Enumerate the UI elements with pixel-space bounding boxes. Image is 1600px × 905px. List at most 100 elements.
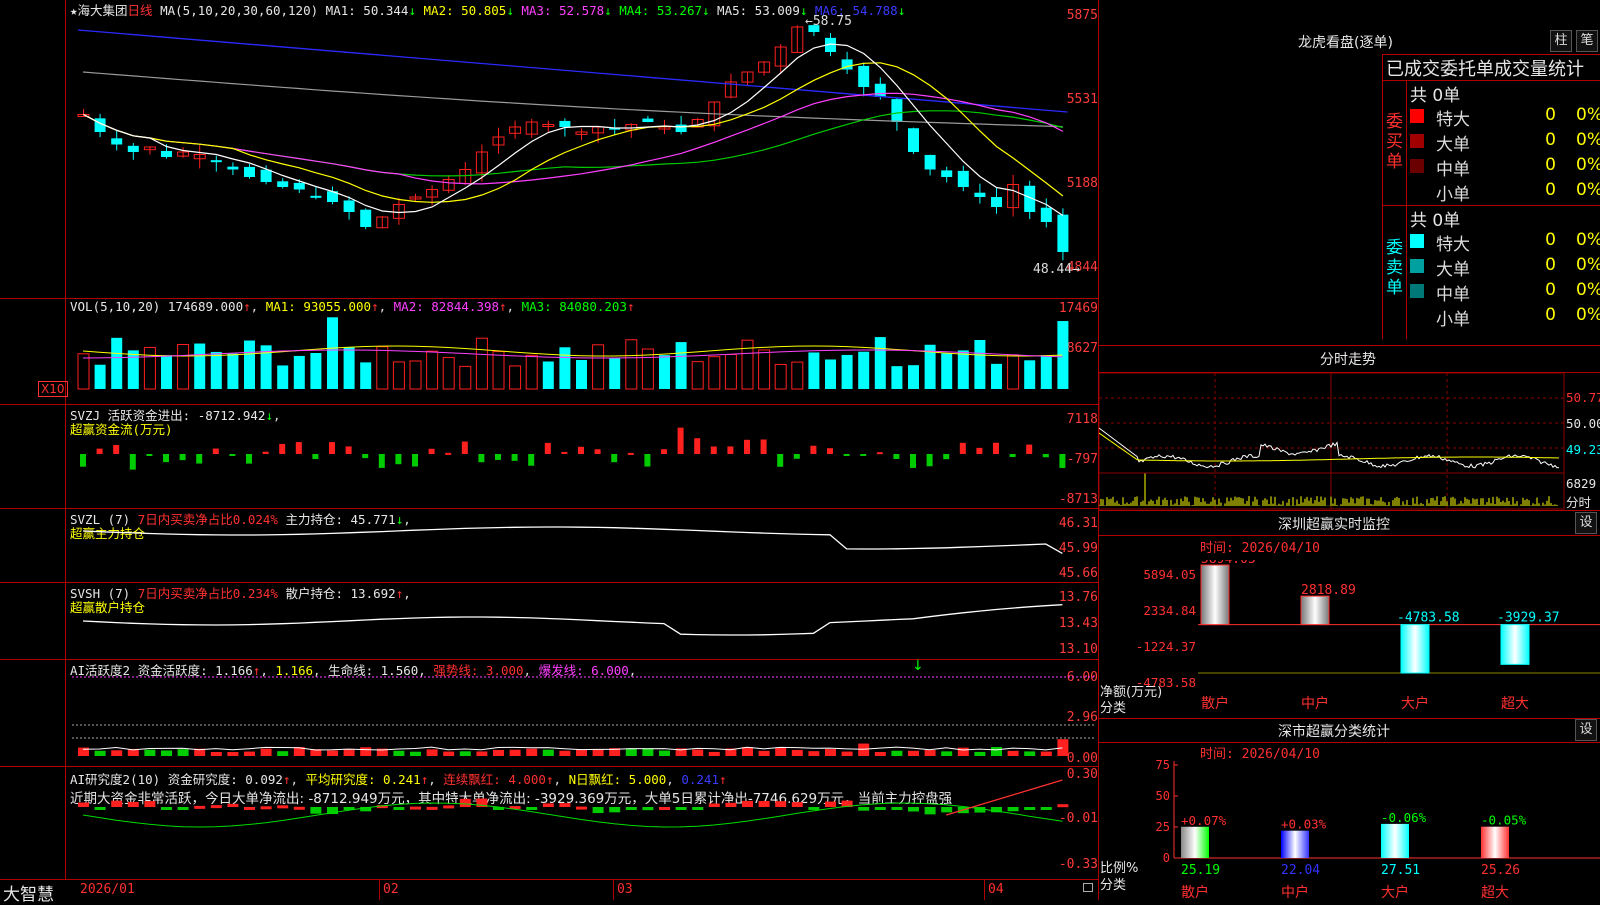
x-date-label: 02	[383, 882, 399, 897]
volume-bar	[111, 337, 123, 389]
volume-chart[interactable]	[66, 299, 1098, 404]
svzj-bar	[694, 438, 701, 454]
volume-bar	[177, 343, 190, 390]
svzj-bar	[495, 454, 501, 460]
order-count: 0	[1545, 130, 1556, 150]
volume-bar	[825, 359, 836, 389]
ai2-bar	[393, 807, 405, 810]
classify-title: 深市超赢分类统计	[1278, 724, 1390, 740]
category-label: 大户	[1381, 884, 1409, 900]
svzj-bar	[976, 447, 983, 454]
volume-bar	[559, 347, 571, 389]
svzj-bar	[710, 446, 717, 454]
order-row: 特大 0 0%	[1406, 104, 1600, 130]
ai2-bar	[642, 807, 654, 811]
svzj-bar	[412, 454, 418, 467]
net-amount-bar	[1300, 595, 1330, 626]
svzj-bar	[146, 454, 153, 456]
ai1-bar	[825, 749, 836, 756]
order-percent: 0%	[1576, 155, 1600, 175]
svzj-bar	[810, 445, 817, 454]
longhu-title: 龙虎看盘(逐单)	[1298, 35, 1393, 51]
ai2-bar	[177, 807, 189, 810]
ai-research-chart[interactable]	[66, 767, 1098, 879]
volume-bar	[310, 352, 322, 389]
volume-bar	[609, 357, 621, 389]
ai2-bar	[443, 805, 455, 809]
volume-bar	[708, 356, 721, 390]
ai1-bar	[343, 748, 355, 756]
lock-icon[interactable]	[1083, 883, 1093, 892]
volume-bar	[409, 360, 422, 390]
svsh-line-chart[interactable]	[66, 583, 1098, 659]
ratio-bar	[1181, 826, 1209, 858]
tab-tick-list[interactable]: 笔	[1576, 30, 1598, 52]
candle-body	[210, 160, 222, 163]
ai2-bar	[791, 802, 803, 807]
svzj-bar	[129, 454, 136, 470]
intraday-y-label: 50.77	[1566, 390, 1600, 405]
classify-settings-button[interactable]: 设	[1575, 719, 1597, 741]
svzj-bar	[196, 454, 203, 464]
svzj-bar	[478, 454, 485, 463]
volume-bar	[1024, 360, 1036, 389]
volume-pane[interactable]: VOL(5,10,20) 174689.000↑, MA1: 93055.000…	[0, 299, 1098, 404]
realtime-y-label: 5894.05	[1143, 567, 1196, 582]
order-percent: 0%	[1576, 105, 1600, 125]
realtime-settings-button[interactable]: 设	[1575, 512, 1597, 534]
volume-bar	[1040, 355, 1052, 389]
volume-bar	[343, 347, 355, 389]
order-count: 0	[1545, 180, 1556, 200]
candle-body	[127, 145, 139, 152]
sell-total: 共 0单	[1410, 211, 1461, 231]
tab-bar-chart[interactable]: 柱	[1550, 30, 1572, 52]
candlestick-chart[interactable]	[66, 0, 1098, 298]
svzj-bar	[843, 454, 850, 456]
ai2-bar	[891, 807, 903, 810]
ai2-bar	[111, 800, 123, 807]
ai1-bar	[360, 747, 372, 756]
volume-bar	[194, 343, 206, 389]
candle-body	[1040, 207, 1052, 222]
svzj-bar	[1026, 444, 1033, 454]
color-swatch	[1410, 234, 1424, 248]
intraday-chart[interactable]	[1099, 373, 1599, 510]
x-date-label: 04	[988, 882, 1004, 897]
order-count: 0	[1545, 230, 1556, 250]
realtime-time: 时间: 2026/04/10	[1200, 541, 1320, 556]
ai1-bar	[1024, 751, 1036, 756]
svzj-bar	[959, 442, 966, 454]
buy-side-label: 委买单	[1386, 112, 1403, 172]
color-swatch	[1410, 109, 1424, 123]
svzl-line-chart[interactable]	[66, 509, 1098, 582]
order-size-label: 小单	[1436, 310, 1470, 330]
volume-bar	[459, 365, 472, 390]
svzj-bar	[395, 454, 402, 465]
x-axis: 大智慧 2026/01 02 03 04	[0, 880, 1098, 905]
classify-bar-chart[interactable]: 75 50 25 0 +0.07% 25.19 散户 +0.03% 22.04 中户 -0.06% 2…	[1140, 755, 1600, 900]
ai-activity-chart[interactable]	[66, 660, 1098, 766]
volume-bar	[525, 354, 538, 390]
ai1-bar	[841, 751, 853, 756]
ai1-bar	[991, 747, 1002, 756]
svzj-bar-chart[interactable]	[66, 405, 1098, 508]
volume-bar	[874, 337, 886, 389]
ai-activity-pane[interactable]: AI活跃度2 资金活跃度: 1.166↑, 1.166, 生命线: 1.560,…	[0, 658, 1098, 766]
volume-bar	[691, 361, 704, 390]
price-pane[interactable]: ★海大集团日线 MA(5,10,20,30,60,120) MA1: 50.34…	[0, 0, 1098, 298]
svzj-bar	[113, 444, 120, 454]
ai-research-pane[interactable]: AI研究度2(10) 资金研究度: 0.092↑, 平均研究度: 0.241↑,…	[0, 767, 1098, 879]
brand-logo: 大智慧	[3, 885, 54, 905]
volume-bar	[625, 339, 638, 390]
realtime-bar-chart[interactable]: 5894.05 散户 2818.89 中户 -4783.58 大户 -3929.37 超大	[1198, 560, 1600, 715]
volume-bar	[791, 361, 804, 390]
classify-y-label: 75	[1156, 758, 1170, 772]
svzj-bar	[893, 454, 900, 459]
ai1-bar	[974, 751, 986, 756]
category-label: 中户	[1301, 695, 1329, 712]
candle-body	[360, 209, 372, 227]
svzj-pane[interactable]: SVZJ 活跃资金进出: -8712.942↓, 超赢资金流(万元) 7118 …	[0, 405, 1098, 508]
svzl-pane[interactable]: SVZL (7) 7日内买卖净占比0.024% 主力持仓: 45.771↓, 超…	[0, 509, 1098, 582]
ai1-bar	[908, 750, 919, 756]
svsh-pane[interactable]: SVSH (7) 7日内买卖净占比0.234% 散户持仓: 13.692↑, 超…	[0, 583, 1098, 659]
